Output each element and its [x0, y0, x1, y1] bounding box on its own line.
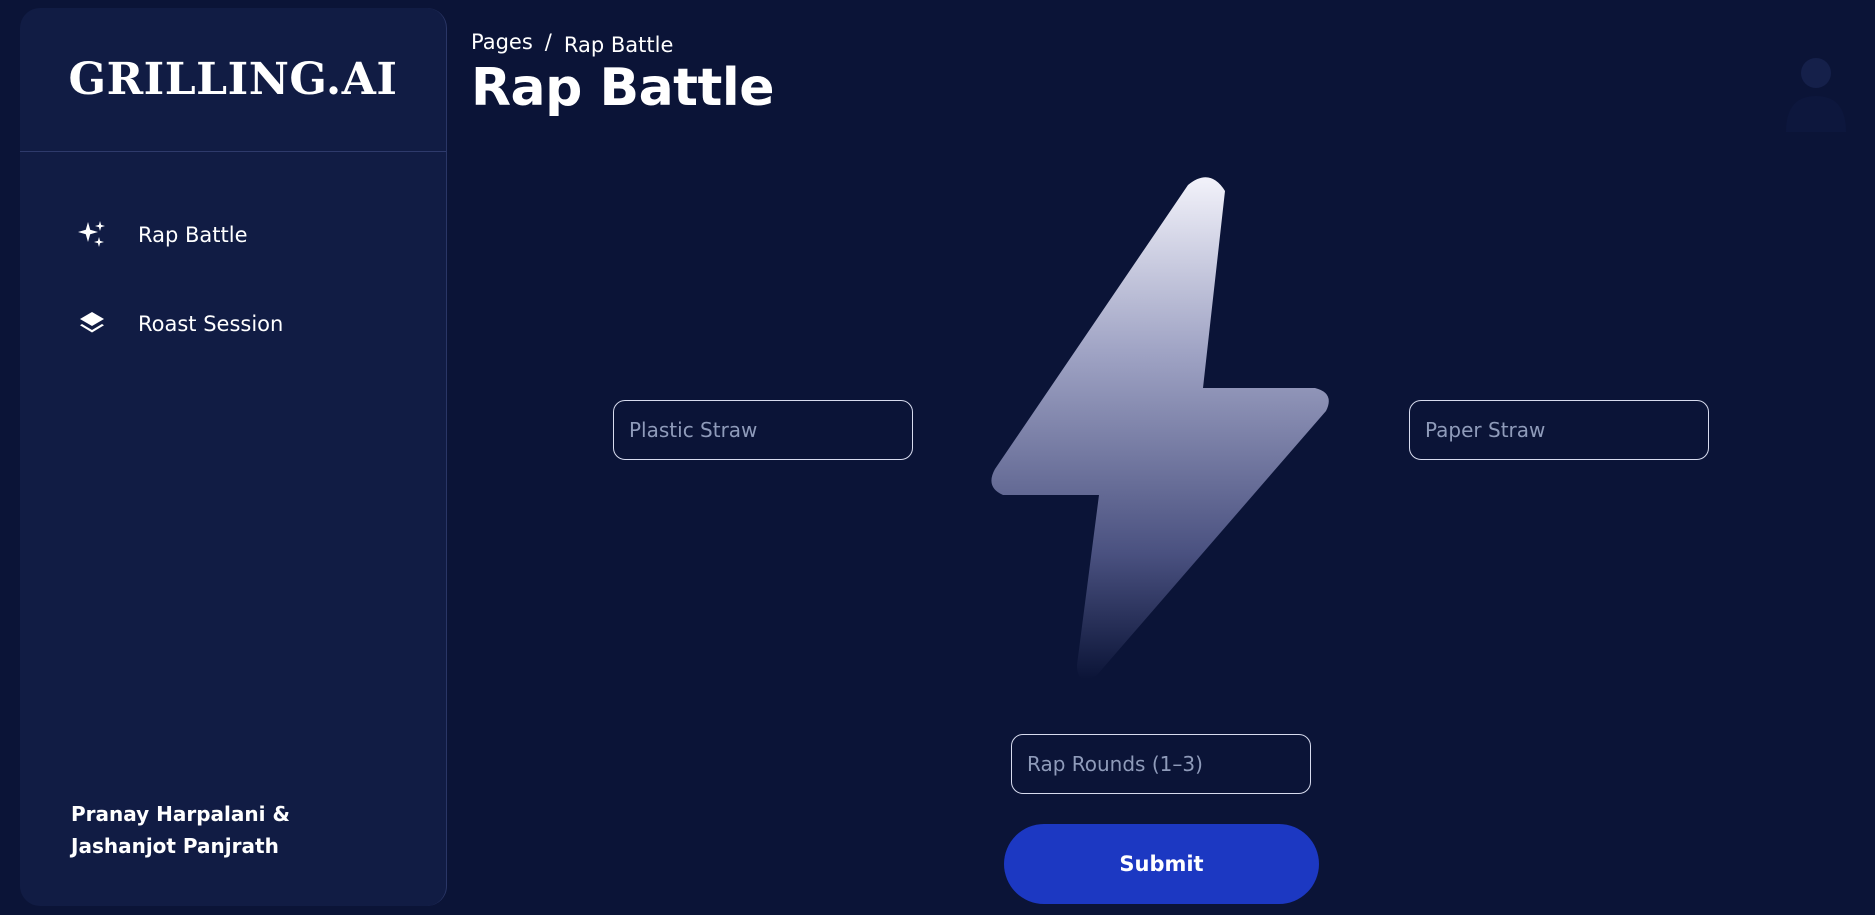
breadcrumb-root-link[interactable]: Pages [471, 30, 533, 54]
user-avatar-icon[interactable] [1780, 52, 1852, 132]
layers-icon [76, 308, 108, 340]
sparkles-icon [76, 219, 108, 251]
breadcrumb: Pages / Rap Battle [471, 30, 674, 57]
breadcrumb-current: Rap Battle [563, 33, 674, 57]
rap-rounds-input[interactable] [1011, 734, 1311, 794]
sidebar-item-label: Roast Session [138, 312, 284, 336]
breadcrumb-separator: / [544, 30, 552, 54]
brand-logo: GRILLING.AI [68, 54, 398, 105]
left-contender-input[interactable] [613, 400, 913, 460]
sidebar-divider [20, 151, 446, 152]
sidebar-item-rap-battle[interactable]: Rap Battle [76, 215, 248, 255]
sidebar-item-label: Rap Battle [138, 223, 248, 247]
right-contender-input[interactable] [1409, 400, 1709, 460]
app-root: GRILLING.AI Rap Battle Roast Session Pra… [0, 0, 1875, 915]
page-title: Rap Battle [471, 58, 775, 118]
sidebar-item-roast-session[interactable]: Roast Session [76, 304, 283, 344]
submit-button[interactable]: Submit [1004, 824, 1319, 904]
lightning-bolt-icon [985, 175, 1335, 685]
sidebar: GRILLING.AI Rap Battle Roast Session Pra… [20, 8, 447, 906]
authors-credit: Pranay Harpalani & Jashanjot Panjrath [71, 802, 290, 858]
